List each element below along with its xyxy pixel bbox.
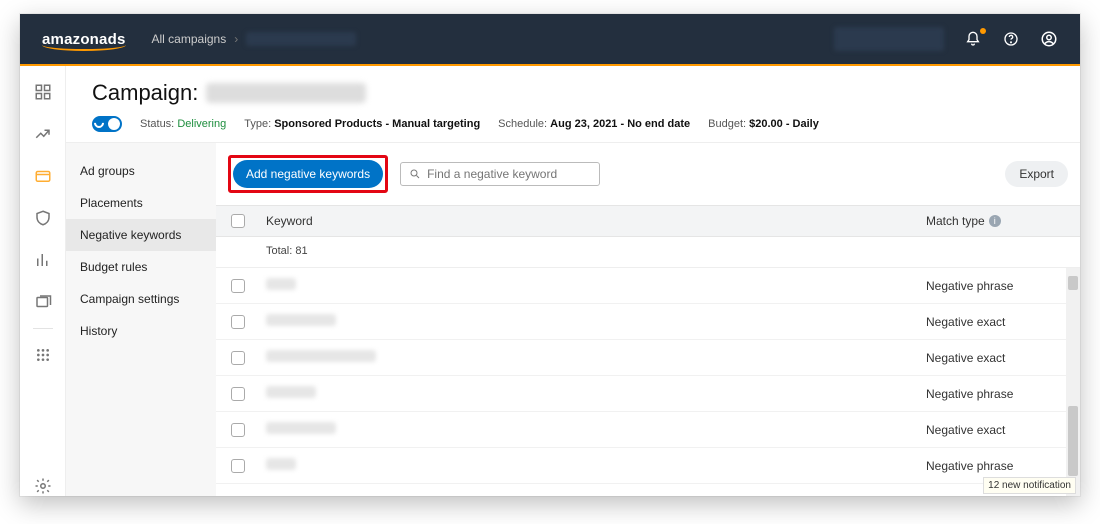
breadcrumb-root[interactable]: All campaigns [152,32,227,46]
subnav-item[interactable]: Placements [66,187,216,219]
subnav-item[interactable]: Negative keywords [66,219,216,251]
campaign-name [206,83,366,103]
notification-toast[interactable]: 12 new notification [983,477,1076,494]
search-field[interactable] [400,162,600,186]
row-checkbox[interactable] [231,423,245,437]
add-negative-keywords-button[interactable]: Add negative keywords [233,160,383,188]
subnav-item[interactable]: History [66,315,216,347]
wallet-icon[interactable] [33,166,53,186]
trend-icon[interactable] [33,124,53,144]
top-nav: amazonads All campaigns › [20,14,1080,64]
library-icon[interactable] [33,292,53,312]
table-row: Negative exact [216,304,1080,340]
schedule-value: Aug 23, 2021 - No end date [550,118,690,130]
keyword-cell [266,350,376,362]
info-icon[interactable]: i [989,215,1001,227]
table-row: Negative phrase [216,268,1080,304]
type-label: Type: [244,118,271,130]
total-row: Total: 81 [260,237,920,267]
table-row: Negative exact [216,412,1080,448]
type-value: Sponsored Products - Manual targeting [274,118,480,130]
brand-logo[interactable]: amazonads [42,31,126,48]
matchtype-cell: Negative phrase [920,379,1080,409]
search-input[interactable] [427,167,591,181]
apps-icon[interactable] [33,345,53,365]
row-checkbox[interactable] [231,387,245,401]
select-all-checkbox[interactable] [231,214,245,228]
breadcrumb-current [246,32,356,46]
schedule-label: Schedule: [498,118,547,130]
col-matchtype[interactable]: Match type i [920,206,1080,236]
table-header: Keyword Match type i [216,205,1080,237]
table-body: Negative phrase Negative exact Negative ex… [216,268,1080,496]
status-value: Delivering [177,118,226,130]
table-row: Negative exact [216,340,1080,376]
campaign-subnav: Ad groupsPlacementsNegative keywordsBudg… [66,143,216,496]
col-keyword[interactable]: Keyword [260,206,920,236]
chevron-right-icon: › [234,32,238,46]
subnav-item[interactable]: Budget rules [66,251,216,283]
account-region[interactable] [834,27,944,51]
bell-icon[interactable] [964,30,982,48]
page-title-prefix: Campaign: [92,80,198,106]
user-icon[interactable] [1040,30,1058,48]
export-button[interactable]: Export [1005,161,1068,187]
keyword-cell [266,386,316,398]
budget-label: Budget: [708,118,746,130]
matchtype-cell: Negative phrase [920,451,1080,481]
reports-icon[interactable] [33,250,53,270]
subnav-item[interactable]: Campaign settings [66,283,216,315]
callout-highlight: Add negative keywords [228,155,388,193]
left-rail [20,66,66,496]
campaign-header: Campaign: Status: Delivering Type: Spons… [66,66,1080,142]
keyword-cell [266,278,296,290]
toolbar: Add negative keywords Export [216,143,1080,205]
matchtype-cell: Negative exact [920,343,1080,373]
matchtype-cell: Negative phrase [920,271,1080,301]
subnav-item[interactable]: Ad groups [66,155,216,187]
table-row: Negative phrase [216,448,1080,484]
help-icon[interactable] [1002,30,1020,48]
row-checkbox[interactable] [231,459,245,473]
matchtype-cell: Negative exact [920,415,1080,445]
row-checkbox[interactable] [231,351,245,365]
row-checkbox[interactable] [231,279,245,293]
breadcrumb: All campaigns › [152,32,357,46]
budget-value: $20.00 - Daily [749,118,819,130]
shield-icon[interactable] [33,208,53,228]
keyword-cell [266,314,336,326]
row-checkbox[interactable] [231,315,245,329]
keyword-cell [266,422,336,434]
matchtype-cell: Negative exact [920,307,1080,337]
gear-icon[interactable] [33,476,53,496]
dashboard-icon[interactable] [33,82,53,102]
search-icon [409,168,421,180]
scrollbar[interactable] [1066,268,1080,496]
keyword-cell [266,458,296,470]
status-label: Status: [140,118,174,130]
status-toggle[interactable] [92,116,122,132]
table-row: Negative phrase [216,376,1080,412]
